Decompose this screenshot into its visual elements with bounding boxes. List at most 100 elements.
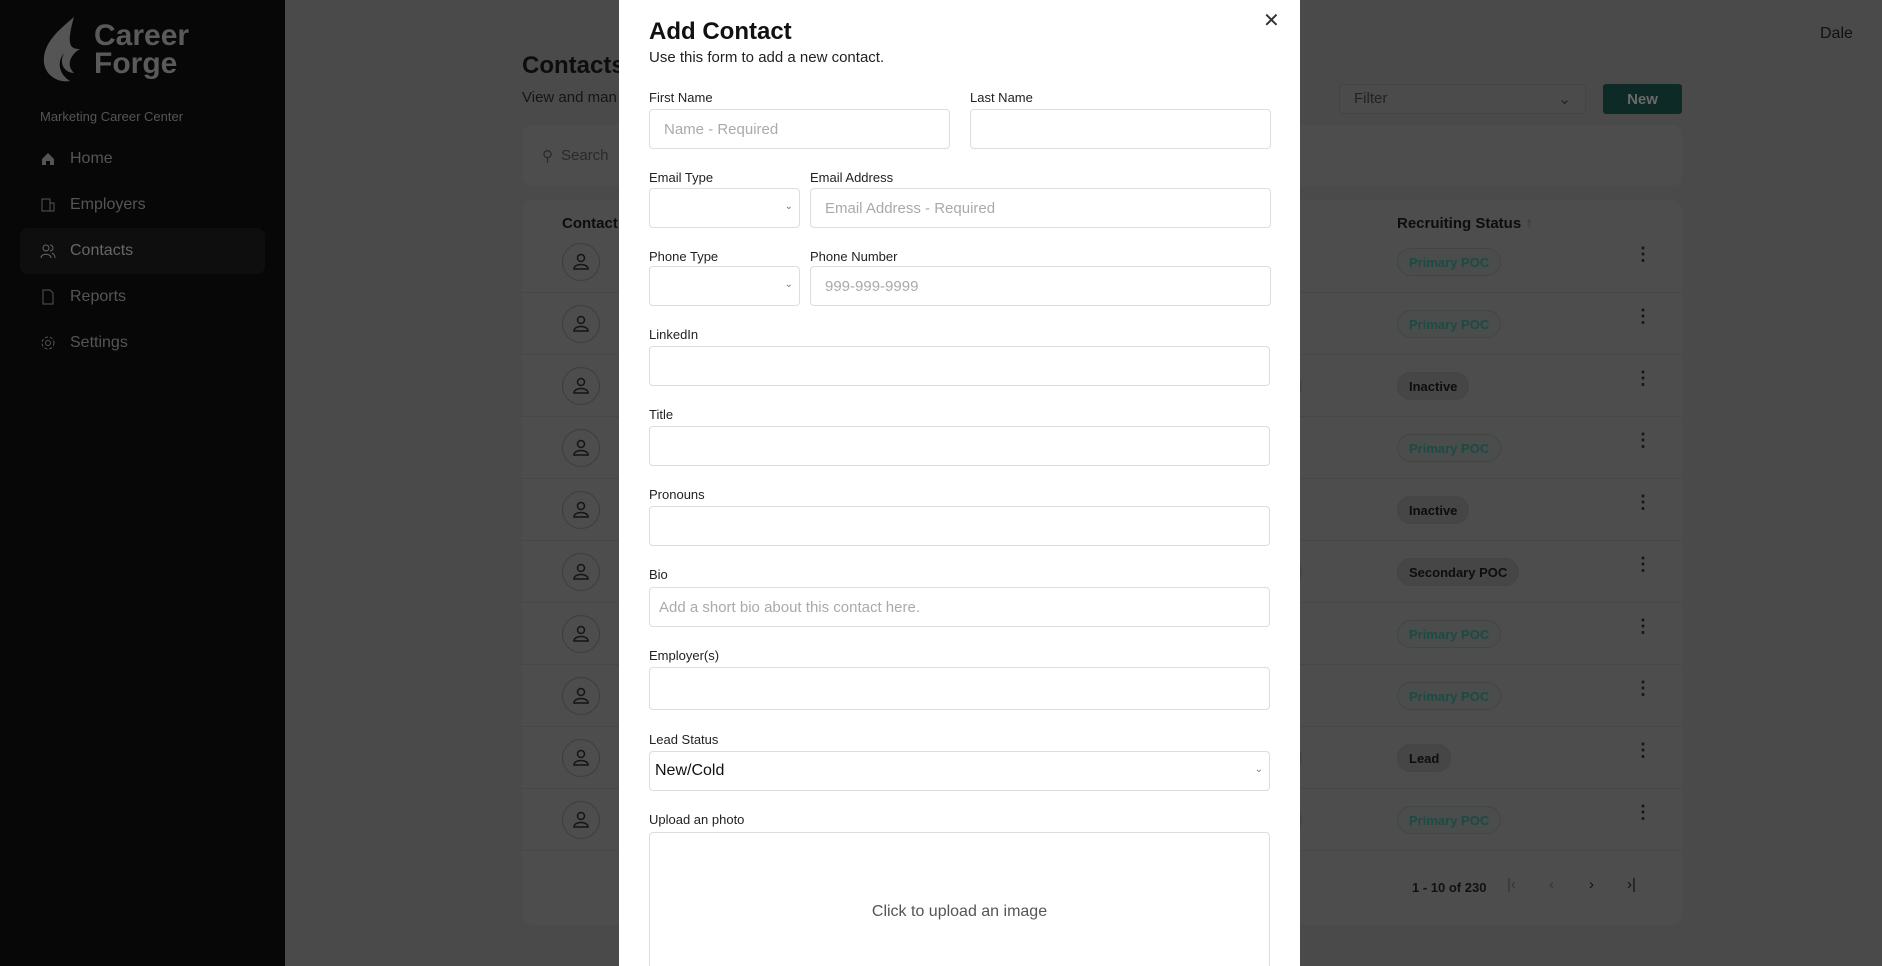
avatar [562,739,600,777]
sidebar-item-label: Contacts [70,242,134,259]
recruiting-status-badge: Primary POC [1397,248,1502,276]
user-icon [573,749,589,766]
building-icon [41,198,55,212]
add-contact-modal: Add Contact Use this form to add a new c… [619,0,1300,966]
user-icon [573,687,589,704]
user-icon [573,439,589,456]
more-options-icon[interactable]: ⋮ [1634,245,1652,263]
more-options-icon[interactable]: ⋮ [1634,493,1652,511]
recruiting-status-badge: Inactive [1397,372,1470,400]
logo[interactable]: Career Forge [40,15,189,85]
more-options-icon[interactable]: ⋮ [1634,617,1652,635]
users-icon [40,244,56,259]
more-options-icon[interactable]: ⋮ [1634,555,1652,573]
sidebar-item-label: Settings [70,334,128,351]
bio-input[interactable]: Add a short bio about this contact here. [649,587,1270,627]
new-button[interactable]: New [1603,84,1682,114]
last-name-input[interactable] [970,109,1271,149]
sidebar: Career Forge Marketing Career Center Home… [0,0,285,966]
sidebar-item-reports[interactable]: Reports [20,274,265,320]
recruiting-status-badge: Secondary POC [1397,558,1520,586]
title-label: Title [649,407,674,422]
sidebar-item-settings[interactable]: Settings [20,320,265,366]
sidebar-item-home[interactable]: Home [20,136,265,182]
sidebar-item-label: Employers [70,196,146,213]
recruiting-status-badge: Lead [1397,744,1452,772]
user-icon [573,625,589,642]
last-page-icon[interactable]: ›| [1627,876,1636,893]
column-header-recruiting-status[interactable]: Recruiting Status ↑ [1397,215,1533,232]
email-address-label: Email Address [810,170,894,185]
chevron-down-icon: ⌄ [1254,764,1263,775]
avatar [562,305,600,343]
pronouns-label: Pronouns [649,487,705,502]
phone-number-input[interactable]: 999-999-9999 [810,266,1271,306]
prev-page-icon[interactable]: ‹ [1549,876,1554,893]
email-type-select[interactable]: ⌄ [649,188,800,228]
more-options-icon[interactable]: ⋮ [1634,307,1652,325]
pronouns-input[interactable] [649,506,1270,546]
more-options-icon[interactable]: ⋮ [1634,803,1652,821]
sidebar-item-label: Reports [70,288,127,305]
user-icon [573,315,589,332]
page-title: Contacts [522,52,625,79]
more-options-icon[interactable]: ⋮ [1634,431,1652,449]
user-icon [573,377,589,394]
avatar [562,677,600,715]
home-icon [42,153,54,165]
search-icon: ⚲ [542,147,553,165]
first-page-icon[interactable]: |‹ [1507,876,1516,893]
chevron-down-icon: ⌄ [1558,91,1571,108]
sidebar-item-employers[interactable]: Employers [20,182,265,228]
more-options-icon[interactable]: ⋮ [1634,741,1652,759]
user-icon [573,501,589,518]
more-options-icon[interactable]: ⋮ [1634,369,1652,387]
upload-label: Upload an photo [649,812,745,827]
sort-up-icon: ↑ [1525,215,1533,232]
close-icon[interactable]: ✕ [1263,8,1280,33]
recruiting-status-badge: Primary POC [1397,620,1502,648]
user-name[interactable]: Dale [1820,25,1853,43]
recruiting-status-badge: Primary POC [1397,310,1502,338]
page-subtitle: View and man [522,89,617,106]
user-icon [573,253,589,270]
lead-status-select[interactable]: New/Cold ⌄ [649,751,1270,791]
first-name-input[interactable]: Name - Required [649,109,950,149]
lead-status-value: New/Cold [655,762,725,779]
chevron-down-icon: ⌄ [784,201,793,212]
avatar [562,615,600,653]
phone-type-select[interactable]: ⌄ [649,266,800,306]
first-name-label: First Name [649,90,713,105]
flame-logo-icon [43,17,80,82]
file-icon [42,289,54,305]
logo-text: Forge [94,47,178,80]
modal-subtitle: Use this form to add a new contact. [649,49,885,66]
recruiting-status-badge: Inactive [1397,496,1470,524]
email-address-input[interactable]: Email Address - Required [810,188,1271,228]
phone-type-label: Phone Type [649,249,719,264]
search-placeholder: Search [561,147,609,164]
filter-select[interactable]: Filter ⌄ [1339,84,1586,114]
avatar [562,243,600,281]
user-icon [573,811,589,828]
next-page-icon[interactable]: › [1589,876,1594,893]
org-name: Marketing Career Center [40,109,184,124]
sidebar-item-contacts[interactable]: Contacts [20,228,265,274]
employers-input[interactable] [649,667,1270,710]
photo-upload-dropzone[interactable]: Click to upload an image [649,832,1270,966]
pagination-info: 1 - 10 of 230 [1412,880,1487,895]
more-options-icon[interactable]: ⋮ [1634,679,1652,697]
column-header-contact[interactable]: Contact [562,215,618,232]
logo-text: Career [94,19,190,52]
filter-placeholder: Filter [1354,90,1388,107]
header-label: Recruiting Status [1397,215,1522,232]
avatar [562,491,600,529]
phone-number-label: Phone Number [810,249,898,264]
avatar [562,801,600,839]
title-input[interactable] [649,426,1270,466]
recruiting-status-badge: Primary POC [1397,434,1502,462]
bio-label: Bio [649,567,668,582]
linkedin-input[interactable] [649,346,1270,386]
last-name-label: Last Name [970,90,1033,105]
user-icon [573,563,589,580]
